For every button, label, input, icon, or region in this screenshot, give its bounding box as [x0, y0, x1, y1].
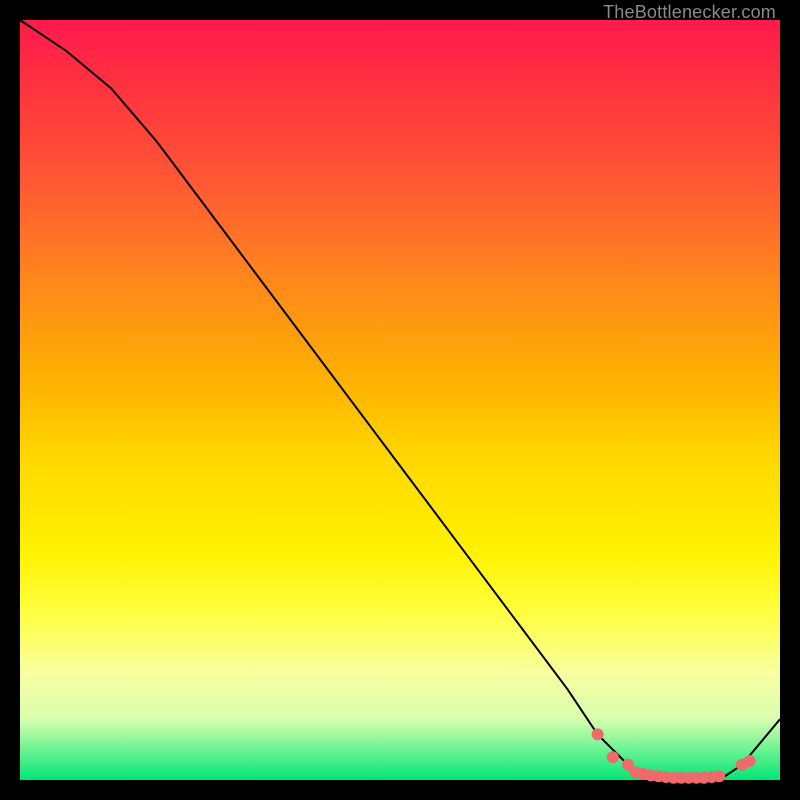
marker-group	[592, 728, 756, 783]
marker-point	[713, 770, 725, 782]
marker-point	[592, 728, 604, 740]
marker-point	[744, 755, 756, 767]
marker-point	[607, 751, 619, 763]
chart-stage: TheBottlenecker.com	[0, 0, 800, 800]
chart-svg	[20, 20, 780, 780]
bottleneck-curve-line	[20, 20, 780, 780]
plot-area	[20, 20, 780, 780]
